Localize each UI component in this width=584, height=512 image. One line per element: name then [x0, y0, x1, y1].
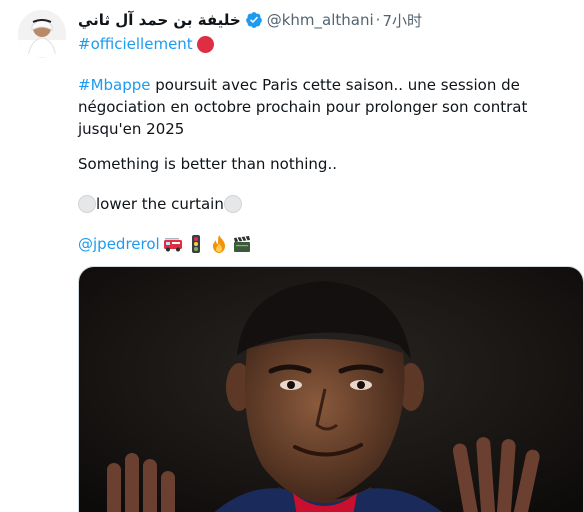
author-display-name[interactable]: خليفة بن حمد آل ثاني	[78, 11, 241, 29]
author-handle[interactable]: @khm_althani	[267, 11, 374, 29]
vertical-traffic-light-icon	[191, 235, 200, 253]
tweet-header: خليفة بن حمد آل ثاني @khm_althani · 7小时	[78, 9, 422, 31]
fire-icon	[212, 235, 225, 253]
white-circle-emoji-icon	[223, 195, 242, 213]
hashtag-line: #officiellement	[78, 33, 214, 55]
avatar[interactable]	[18, 10, 66, 58]
tweet-paragraph-1: #Mbappe poursuit avec Paris cette saison…	[78, 74, 558, 140]
tweet-media-photo[interactable]	[78, 266, 584, 512]
tweet-time[interactable]: 7小时	[382, 10, 422, 31]
avatar-image	[18, 10, 66, 58]
tweet-paragraph-4: @jpedrerol	[78, 233, 252, 255]
paragraph-3-text: lower the curtain	[96, 195, 224, 213]
mention-jpedrerol[interactable]: @jpedrerol	[78, 233, 160, 255]
clapper-board-icon	[233, 236, 250, 252]
red-circle-emoji-icon	[196, 35, 214, 53]
separator-dot: ·	[375, 11, 381, 29]
hashtag-mbappe[interactable]: #Mbappe	[78, 76, 151, 94]
tweet-paragraph-2: Something is better than nothing..	[78, 155, 337, 173]
hashtag-officiellement[interactable]: #officiellement	[78, 35, 193, 53]
white-circle-emoji-icon	[78, 195, 96, 213]
verified-badge-icon	[245, 12, 262, 28]
tweet-paragraph-3: lower the curtain	[78, 193, 242, 215]
tweet: خليفة بن حمد آل ثاني @khm_althani · 7小时 …	[0, 0, 584, 512]
fire-engine-icon	[163, 238, 182, 252]
player-photo-image	[79, 267, 583, 512]
